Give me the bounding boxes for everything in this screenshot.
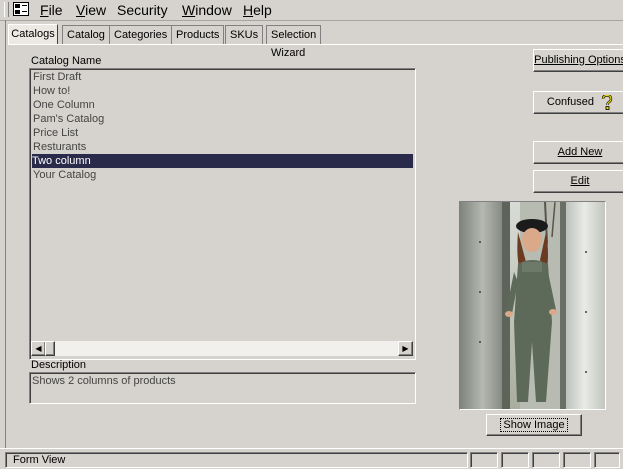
catalog-name-header: Catalog Name [31,55,102,67]
menu-bar: File View Security Window Help [0,0,623,21]
description-field[interactable]: Shows 2 columns of products [29,372,416,404]
arrow-left-icon: ◀ [35,344,42,353]
window-frame-left [5,20,6,448]
show-image-label: Show Image [500,418,568,432]
scroll-left-button[interactable]: ◀ [31,341,46,356]
menu-security-label: Security [117,2,168,18]
status-panel [532,452,560,468]
status-bar: Form View [0,448,623,469]
menu-window-label: indow [195,2,232,18]
catalog-listbox[interactable]: First Draft How to! One Column Pam's Cat… [29,68,416,360]
menu-grip [4,2,9,17]
show-image-button[interactable]: Show Image [486,414,582,436]
tab-products-label: Products [176,29,220,41]
tab-skus[interactable]: SKUs [225,25,264,44]
tab-selection-wizard[interactable]: Selection Wizard [266,25,322,59]
status-panel [501,452,529,468]
tab-catalogs[interactable]: Catalogs [8,24,58,45]
list-item[interactable]: Your Catalog [33,168,413,182]
status-panel [594,452,620,468]
menu-file[interactable]: File [40,2,63,18]
add-new-button[interactable]: Add New [533,141,623,164]
edit-button[interactable]: Edit [533,170,623,193]
horizontal-scrollbar[interactable]: ◀ ▶ [31,341,413,356]
tab-products[interactable]: Products [171,25,225,44]
edit-label: Edit [570,175,590,187]
menu-security[interactable]: Security [117,2,168,18]
list-item[interactable]: One Column [33,98,413,112]
person-photo [460,202,605,409]
menu-window[interactable]: Window [182,2,232,18]
menu-help-label: elp [253,2,272,18]
list-item[interactable]: First Draft [33,70,413,84]
list-item[interactable]: Pam's Catalog [33,112,413,126]
description-label: Description [31,359,87,371]
add-new-label: Add New [557,146,603,158]
description-value: Shows 2 columns of products [32,375,176,387]
arrow-right-icon: ▶ [402,344,409,353]
publishing-options-label: Publishing Options [534,54,623,66]
tab-categories-label: Categories [114,29,168,41]
scroll-thumb[interactable] [45,341,55,356]
menu-file-label: ile [48,2,63,18]
status-text: Form View [5,452,468,468]
confused-button[interactable]: Confused [533,91,623,114]
menu-view[interactable]: View [76,2,106,18]
tab-panel-edge [8,44,623,45]
tab-skus-label: SKUs [230,29,259,41]
list-item[interactable]: How to! [33,84,413,98]
list-item[interactable]: Resturants [33,140,413,154]
list-item-selected[interactable]: Two column [32,154,413,168]
catalog-preview-image [459,201,606,410]
scroll-right-button[interactable]: ▶ [398,341,413,356]
publishing-options-button[interactable]: Publishing Options [533,49,623,72]
menu-view-mnemonic: V [76,2,86,18]
confused-label: Confused [546,96,595,108]
tab-catalog-label: Catalog [67,29,105,41]
help-question-icon [601,93,613,110]
tab-catalogs-label: Catalogs [11,28,55,40]
list-item[interactable]: Price List [33,126,413,140]
tab-categories[interactable]: Categories [109,25,173,44]
menu-view-label: iew [85,2,107,18]
menu-help[interactable]: Help [243,2,272,18]
status-panel [563,452,591,468]
app-form-icon[interactable] [13,2,29,16]
tab-catalog[interactable]: Catalog [62,25,110,44]
menu-window-mnemonic: W [182,2,196,18]
status-panel [470,452,498,468]
menu-file-mnemonic: F [40,2,49,18]
menu-help-mnemonic: H [243,2,254,18]
